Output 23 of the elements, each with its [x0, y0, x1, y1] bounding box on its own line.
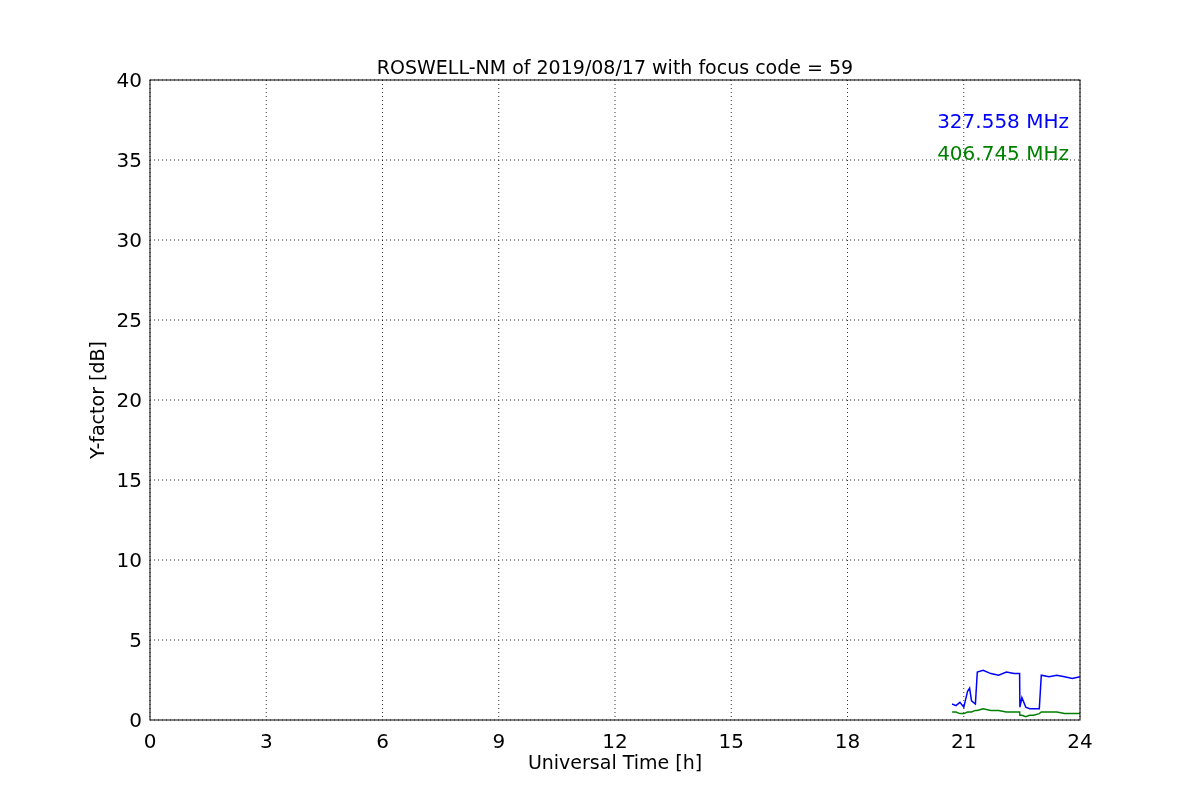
y-tick-label: 10 [116, 548, 142, 572]
x-tick-label: 15 [718, 729, 744, 753]
x-tick-label: 18 [834, 729, 861, 753]
x-tick-label: 0 [143, 729, 157, 753]
y-tick-label: 5 [129, 628, 142, 652]
y-tick-label: 15 [116, 468, 142, 492]
y-tick-label: 30 [116, 228, 142, 252]
x-axis-label: Universal Time [h] [527, 751, 703, 773]
chart-title: ROSWELL-NM of 2019/08/17 with focus code = 59 [376, 56, 854, 78]
y-tick-label: 40 [116, 68, 142, 92]
x-tick-label: 6 [376, 729, 389, 753]
x-tick-label: 9 [492, 729, 506, 753]
legend-label: 327.558 MHz [937, 109, 1069, 133]
x-tick-label: 24 [1067, 729, 1093, 753]
legend-label: 406.745 MHz [937, 141, 1069, 165]
y-tick-label: 25 [116, 308, 142, 332]
y-tick-label: 35 [116, 148, 142, 172]
y-axis-label: Y-factor [dB] [86, 341, 108, 459]
x-tick-label: 12 [602, 729, 628, 753]
x-tick-label: 3 [259, 729, 273, 753]
y-tick-label: 20 [116, 388, 142, 412]
x-tick-label: 21 [951, 729, 977, 753]
y-tick-label: 0 [129, 708, 142, 732]
